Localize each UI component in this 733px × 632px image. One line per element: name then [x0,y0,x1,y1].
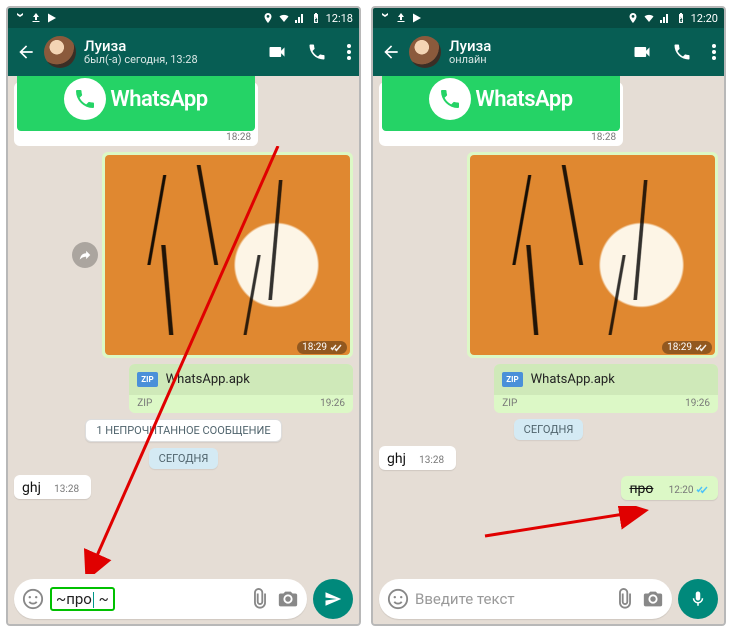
chat-toolbar: Луиза онлайн [373,28,724,76]
contact-status: был(-а) сегодня, 13:28 [84,54,247,66]
message-image-tiger[interactable]: 18:29 [102,152,353,358]
send-button[interactable] [313,579,353,619]
statusbar: 12:18 [8,8,359,28]
wifi-icon [278,12,290,24]
camera-icon[interactable] [277,588,299,610]
annotation-arrow [483,506,653,542]
download-icon [395,12,407,24]
camera-icon[interactable] [642,588,664,610]
message-time: 18:29 [662,341,712,354]
battery-icon [310,12,322,24]
message-file-apk[interactable]: ZIP WhatsApp.apk ZIP 19:26 [129,364,353,413]
zip-badge: ZIP [502,372,522,387]
contact-info[interactable]: Луиза был(-а) сегодня, 13:28 [84,38,247,67]
file-name: WhatsApp.apk [166,372,250,387]
debug-icon [379,12,391,24]
message-time: 18:29 [297,341,347,354]
chat-toolbar: Луиза был(-а) сегодня, 13:28 [8,28,359,76]
play-icon [411,12,423,24]
videocall-icon[interactable] [267,42,287,62]
location-icon [627,12,639,24]
tiger-image [470,155,715,355]
whatsapp-logo-text: WhatsApp [110,87,207,112]
tiger-image [105,155,350,355]
emoji-icon[interactable] [22,588,44,610]
input-bar: Введите текст [373,574,724,624]
call-icon[interactable] [307,42,327,62]
unread-messages-pill: 1 НЕПРОЧИТАННОЕ СООБЩЕНИЕ [85,419,281,442]
zip-badge: ZIP [137,372,157,387]
contact-status: онлайн [449,54,612,66]
message-image-tiger[interactable]: 18:29 [467,152,718,358]
statusbar: 12:20 [373,8,724,28]
clock: 12:20 [691,12,718,25]
attachment-icon[interactable] [249,588,271,610]
chat-area[interactable]: WhatsApp 18:28 18:29 ZIP WhatsApp.apk ZI… [373,76,724,574]
location-icon [262,12,274,24]
menu-icon[interactable] [712,44,716,60]
wifi-icon [643,12,655,24]
file-name: WhatsApp.apk [531,372,615,387]
videocall-icon[interactable] [632,42,652,62]
avatar[interactable] [409,36,441,68]
back-icon[interactable] [16,42,36,62]
signal-icon [659,12,671,24]
date-pill: СЕГОДНЯ [149,448,219,469]
debug-icon [14,12,26,24]
call-icon[interactable] [672,42,692,62]
message-input[interactable]: ~про ~ [14,579,307,619]
read-ticks-icon [695,343,707,353]
forward-icon[interactable] [72,242,98,268]
back-icon[interactable] [381,42,401,62]
message-time: 18:28 [17,131,255,143]
message-time: 13:28 [54,483,83,495]
clock: 12:18 [326,12,353,25]
input-text-value: ~про ~ [50,590,243,608]
whatsapp-logo-icon [429,78,471,120]
attachment-icon[interactable] [614,588,636,610]
message-time: 12:20 [669,484,712,496]
download-icon [30,12,42,24]
battery-icon [675,12,687,24]
phone-right: 12:20 Луиза онлайн WhatsApp 18:28 18:29 [371,6,726,626]
message-text: ghj [387,451,406,467]
play-icon [46,12,58,24]
message-file-apk[interactable]: ZIP WhatsApp.apk ZIP 19:26 [494,364,718,413]
avatar[interactable] [44,36,76,68]
message-time: 13:28 [419,454,448,466]
whatsapp-logo-icon [64,78,106,120]
emoji-icon[interactable] [387,588,409,610]
message-text-strikethrough: про [629,481,653,497]
phone-left: 12:18 Луиза был(-а) сегодня, 13:28 Whats… [6,6,361,626]
signal-icon [294,12,306,24]
contact-name: Луиза [84,38,247,55]
message-in-text[interactable]: ghj 13:28 [14,475,91,499]
whatsapp-logo-text: WhatsApp [475,87,572,112]
contact-name: Луиза [449,38,612,55]
message-text: ghj [22,480,41,496]
message-image-whatsapp[interactable]: WhatsApp 18:28 [14,82,258,146]
contact-info[interactable]: Луиза онлайн [449,38,612,67]
chat-area[interactable]: WhatsApp 18:28 18:29 ZIP WhatsApp.apk [8,76,359,574]
message-input[interactable]: Введите текст [379,579,672,619]
read-ticks-icon [330,343,342,353]
input-placeholder: Введите текст [415,590,608,608]
message-time: 19:26 [320,398,345,409]
date-pill: СЕГОДНЯ [514,419,584,440]
message-in-text[interactable]: ghj 13:28 [379,446,456,470]
read-ticks-icon [696,485,708,495]
mic-button[interactable] [678,579,718,619]
file-type: ZIP [502,398,517,409]
message-image-whatsapp[interactable]: WhatsApp 18:28 [379,82,623,146]
menu-icon[interactable] [347,44,351,60]
input-bar: ~про ~ [8,574,359,624]
message-out-text[interactable]: про 12:20 [621,476,718,500]
message-time: 18:28 [382,131,620,143]
file-type: ZIP [137,398,152,409]
message-time: 19:26 [685,398,710,409]
